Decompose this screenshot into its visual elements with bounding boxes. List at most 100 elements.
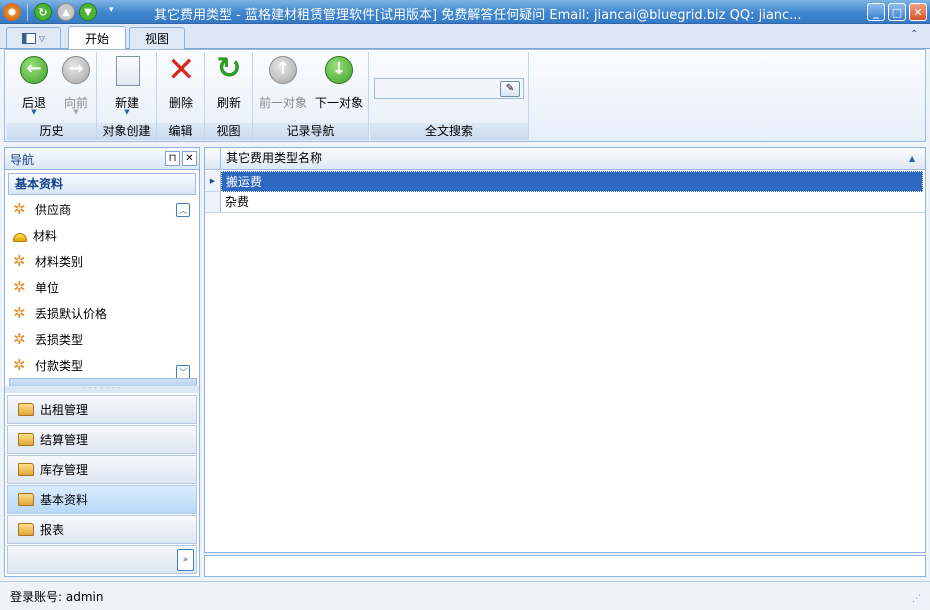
- nav-scroll-down-button[interactable]: ﹀: [176, 365, 190, 379]
- down-arrow-icon: ↓: [325, 56, 353, 84]
- chevron-down-icon: ﹀: [179, 367, 187, 377]
- refresh-button[interactable]: ↻ 刷新: [205, 54, 253, 114]
- nav-section-label: 出租管理: [40, 403, 89, 417]
- nav-section-rental[interactable]: 出租管理: [7, 395, 197, 424]
- chevron-down-icon: ▼: [73, 108, 79, 116]
- close-icon: ✕: [185, 153, 194, 164]
- nav-item-label: 材料类别: [35, 254, 84, 269]
- grid-header-row: 其它费用类型名称 ▲: [205, 148, 925, 170]
- delete-label: 删除: [168, 96, 193, 110]
- nav-item-material-category[interactable]: ✲ 材料类别: [13, 249, 83, 273]
- pin-icon: ⊓: [168, 153, 177, 164]
- group-label: 对象创建: [97, 123, 156, 140]
- new-button[interactable]: 新建 ▼: [102, 54, 152, 116]
- back-arrow-icon: ←: [20, 56, 48, 84]
- up-arrow-icon: ↑: [269, 56, 297, 84]
- group-search: ✎ 全文搜索: [370, 52, 529, 140]
- nav-item-supplier[interactable]: ✲ 供应商: [13, 197, 71, 221]
- forward-button[interactable]: → 向前 ▼: [51, 54, 101, 116]
- search-icon: ✎: [505, 83, 515, 94]
- nav-item-label: 付款类型: [35, 358, 84, 373]
- ribbon: ← 后退 ▼ → 向前 ▼ 历史 新建 ▼ 对象创建 ✕ 删除 编辑 ↻ 刷新: [4, 49, 926, 142]
- refresh-label: 刷新: [216, 96, 241, 110]
- gear-icon: ✲: [13, 278, 26, 296]
- new-document-icon: [116, 56, 140, 86]
- row-indicator: [205, 192, 221, 213]
- group-view: ↻ 刷新 视图: [205, 52, 253, 140]
- nav-item-material[interactable]: 材料: [13, 223, 57, 247]
- nav-item-payment-type[interactable]: ✲ 付款类型: [13, 353, 83, 377]
- refresh-quick-icon[interactable]: ↻: [34, 3, 52, 21]
- group-edit: ✕ 删除 编辑: [157, 52, 205, 140]
- nav-section-reports[interactable]: 报表: [7, 515, 197, 544]
- qat-separator: [27, 3, 28, 21]
- close-panel-button[interactable]: ✕: [182, 151, 197, 166]
- delete-x-icon: ✕: [167, 50, 196, 90]
- refresh-icon: ↻: [216, 51, 242, 86]
- folder-icon: [18, 463, 34, 476]
- table-row[interactable]: ▶ 搬运费: [205, 171, 925, 192]
- nav-section-label: 基本资料: [40, 493, 89, 507]
- up-quick-icon[interactable]: ▲: [57, 3, 75, 21]
- forward-arrow-icon: →: [62, 56, 90, 84]
- nav-item-label: 材料: [33, 228, 58, 243]
- folder-icon: [18, 403, 34, 416]
- down-quick-icon[interactable]: ▼: [79, 3, 97, 21]
- search-button[interactable]: ✎: [500, 81, 520, 97]
- resize-grip-icon[interactable]: ⋰: [912, 594, 921, 604]
- group-label: 编辑: [157, 123, 204, 140]
- status-bar: 登录账号: admin ⋰: [0, 581, 930, 610]
- nav-group-header[interactable]: 基本资料: [8, 173, 196, 195]
- pin-button[interactable]: ⊓: [165, 151, 180, 166]
- grid-cell[interactable]: 搬运费: [221, 171, 923, 192]
- nav-item-loss-type[interactable]: ✲ 丢损类型: [13, 327, 83, 351]
- gear-icon: ✲: [13, 304, 26, 322]
- app-menu-button[interactable]: ▽: [6, 27, 61, 48]
- sort-ascending-icon: ▲: [909, 154, 916, 163]
- nav-section-label: 库存管理: [40, 463, 89, 477]
- helmet-icon: [13, 232, 27, 242]
- column-header-name[interactable]: 其它费用类型名称 ▲: [221, 148, 925, 169]
- chevron-down-icon: ▼: [124, 108, 130, 116]
- folder-icon: [18, 493, 34, 506]
- grid-cell[interactable]: 杂费: [221, 192, 925, 213]
- next-object-button[interactable]: ↓ 下一对象: [311, 54, 367, 114]
- gear-icon: ✲: [13, 356, 26, 374]
- minimize-button[interactable]: _: [867, 3, 885, 21]
- nav-item-label: 单位: [35, 280, 60, 295]
- chevron-up-icon: ︿: [179, 205, 187, 215]
- folder-icon: [18, 433, 34, 446]
- group-label: 历史: [7, 123, 96, 140]
- delete-button[interactable]: ✕ 删除: [157, 50, 205, 114]
- qat-customize-icon[interactable]: ▾: [109, 5, 119, 19]
- double-chevron-right-icon: »: [182, 555, 189, 565]
- group-label: 全文搜索: [370, 123, 528, 140]
- nav-scroll-up-button[interactable]: ︿: [176, 203, 190, 217]
- nav-item-unit[interactable]: ✲ 单位: [13, 275, 59, 299]
- group-record-nav: ↑ 前一对象 ↓ 下一对象 记录导航: [253, 52, 369, 140]
- nav-section-label: 结算管理: [40, 433, 89, 447]
- folder-icon: [18, 523, 34, 536]
- nav-section-basic-data[interactable]: 基本资料: [7, 485, 197, 514]
- nav-section-inventory[interactable]: 库存管理: [7, 455, 197, 484]
- nav-section-label: 报表: [40, 523, 65, 537]
- prev-object-label: 前一对象: [258, 96, 307, 110]
- gear-icon: ✲: [13, 200, 26, 218]
- group-create: 新建 ▼ 对象创建: [97, 52, 157, 140]
- tab-start[interactable]: 开始: [68, 26, 126, 50]
- navigation-title: 导航: [10, 153, 35, 167]
- close-button[interactable]: ✕: [909, 3, 927, 21]
- table-row[interactable]: 杂费: [205, 192, 925, 213]
- group-history: ← 后退 ▼ → 向前 ▼ 历史: [7, 52, 97, 140]
- nav-item-loss-default-price[interactable]: ✲ 丢损默认价格: [13, 301, 107, 325]
- gear-icon: ✲: [13, 330, 26, 348]
- ribbon-minimize-icon[interactable]: ⌃: [910, 29, 918, 40]
- nav-section-settlement[interactable]: 结算管理: [7, 425, 197, 454]
- column-header-label: 其它费用类型名称: [226, 151, 323, 165]
- nav-overflow-button[interactable]: »: [177, 549, 194, 571]
- maximize-button[interactable]: □: [888, 3, 906, 21]
- prev-object-button[interactable]: ↑ 前一对象: [256, 54, 310, 114]
- tab-view[interactable]: 视图: [129, 27, 185, 49]
- app-logo-icon[interactable]: [3, 3, 21, 21]
- splitter-handle[interactable]: · · · · · · ·: [5, 386, 199, 393]
